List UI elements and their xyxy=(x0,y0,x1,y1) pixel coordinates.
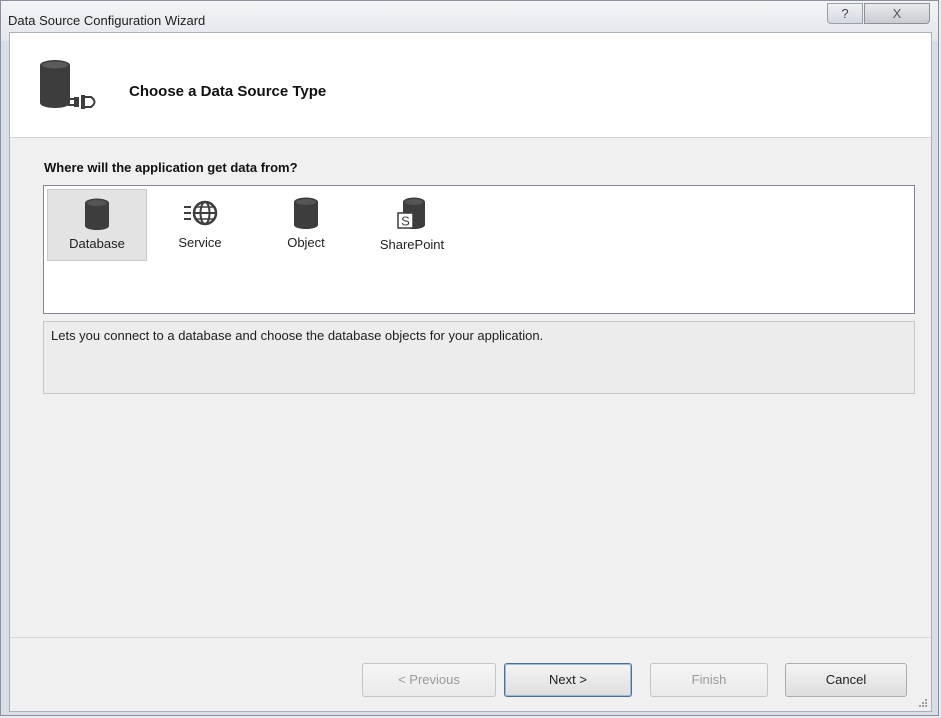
sharepoint-icon: S xyxy=(397,197,425,229)
object-icon xyxy=(294,197,318,229)
type-item-database[interactable]: Database xyxy=(47,189,147,261)
database-icon xyxy=(85,198,109,230)
close-button[interactable]: X xyxy=(864,3,930,24)
service-globe-icon xyxy=(184,200,218,226)
window-title: Data Source Configuration Wizard xyxy=(8,13,206,28)
type-label-object: Object xyxy=(287,235,325,250)
type-item-object[interactable]: Object xyxy=(266,189,346,261)
next-button[interactable]: Next > xyxy=(504,663,632,697)
wizard-window: Data Source Configuration Wizard ? X Cho… xyxy=(0,0,939,716)
help-button[interactable]: ? xyxy=(827,3,863,24)
wizard-body: Choose a Data Source Type Where will the… xyxy=(9,32,932,712)
finish-button[interactable]: Finish xyxy=(650,663,768,697)
previous-button[interactable]: < Previous xyxy=(362,663,496,697)
source-question-label: Where will the application get data from… xyxy=(44,160,298,175)
description-panel: Lets you connect to a database and choos… xyxy=(43,321,915,394)
resize-grip-icon[interactable] xyxy=(918,698,928,708)
type-label-service: Service xyxy=(178,235,222,250)
page-title: Choose a Data Source Type xyxy=(129,83,327,100)
description-text: Lets you connect to a database and choos… xyxy=(51,328,544,343)
cancel-button[interactable]: Cancel xyxy=(785,663,907,697)
wizard-header: Choose a Data Source Type xyxy=(10,33,931,138)
svg-text:S: S xyxy=(401,214,410,229)
data-source-type-list: Database Service Object S SharePoint xyxy=(43,185,915,314)
database-connect-icon xyxy=(40,60,96,109)
footer-separator xyxy=(10,637,931,638)
type-item-service[interactable]: Service xyxy=(160,189,240,261)
type-label-sharepoint: SharePoint xyxy=(379,237,445,252)
type-item-sharepoint[interactable]: S SharePoint xyxy=(362,189,462,261)
type-label-database: Database xyxy=(69,236,125,251)
